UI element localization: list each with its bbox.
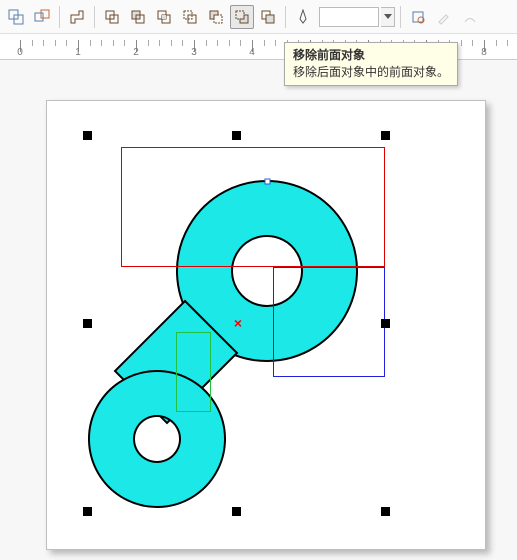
handle-ne[interactable] xyxy=(381,131,390,140)
ruler-label: 0 xyxy=(17,47,23,58)
pen-icon[interactable] xyxy=(291,5,315,29)
handle-nw[interactable] xyxy=(83,131,92,140)
handle-n[interactable] xyxy=(232,131,241,140)
ruler-label: 8 xyxy=(481,47,487,58)
handle-se[interactable] xyxy=(381,507,390,516)
combine-icon[interactable] xyxy=(100,5,124,29)
tooltip: 移除前面对象 移除后面对象中的前面对象。 xyxy=(284,42,458,86)
blue-rect[interactable] xyxy=(273,267,385,377)
boundary-icon[interactable] xyxy=(256,5,280,29)
ruler-label: 1 xyxy=(75,47,81,58)
ungroup-icon[interactable] xyxy=(30,5,54,29)
tooltip-title: 移除前面对象 xyxy=(293,47,449,64)
red-rect[interactable] xyxy=(121,147,385,267)
handle-s[interactable] xyxy=(232,507,241,516)
trim-icon[interactable] xyxy=(126,5,150,29)
back-minus-front-icon[interactable] xyxy=(230,5,254,29)
page: × xyxy=(46,100,486,550)
weld-icon[interactable] xyxy=(65,5,89,29)
front-minus-back-icon[interactable] xyxy=(204,5,228,29)
canvas-area[interactable]: × xyxy=(0,60,517,560)
green-rect[interactable] xyxy=(176,332,211,412)
ruler-label: 3 xyxy=(191,47,197,58)
copy-props-icon[interactable] xyxy=(406,5,430,29)
simplify-icon[interactable] xyxy=(178,5,202,29)
ruler-label: 2 xyxy=(133,47,139,58)
handle-sw[interactable] xyxy=(83,507,92,516)
separator xyxy=(400,6,401,28)
separator xyxy=(285,6,286,28)
intersect-icon[interactable] xyxy=(152,5,176,29)
selection-center-mark: × xyxy=(234,315,242,331)
fill-dropdown-icon[interactable] xyxy=(381,7,395,27)
shaping-toolbar xyxy=(0,0,517,34)
separator xyxy=(94,6,95,28)
tooltip-desc: 移除后面对象中的前面对象。 xyxy=(293,64,449,81)
separator xyxy=(59,6,60,28)
group-icon[interactable] xyxy=(4,5,28,29)
eyedropper-icon xyxy=(432,5,456,29)
handle-e[interactable] xyxy=(381,319,390,328)
ruler-label: 4 xyxy=(249,47,255,58)
fill-swatch[interactable] xyxy=(319,7,379,27)
lock-icon xyxy=(458,5,482,29)
handle-w[interactable] xyxy=(83,319,92,328)
